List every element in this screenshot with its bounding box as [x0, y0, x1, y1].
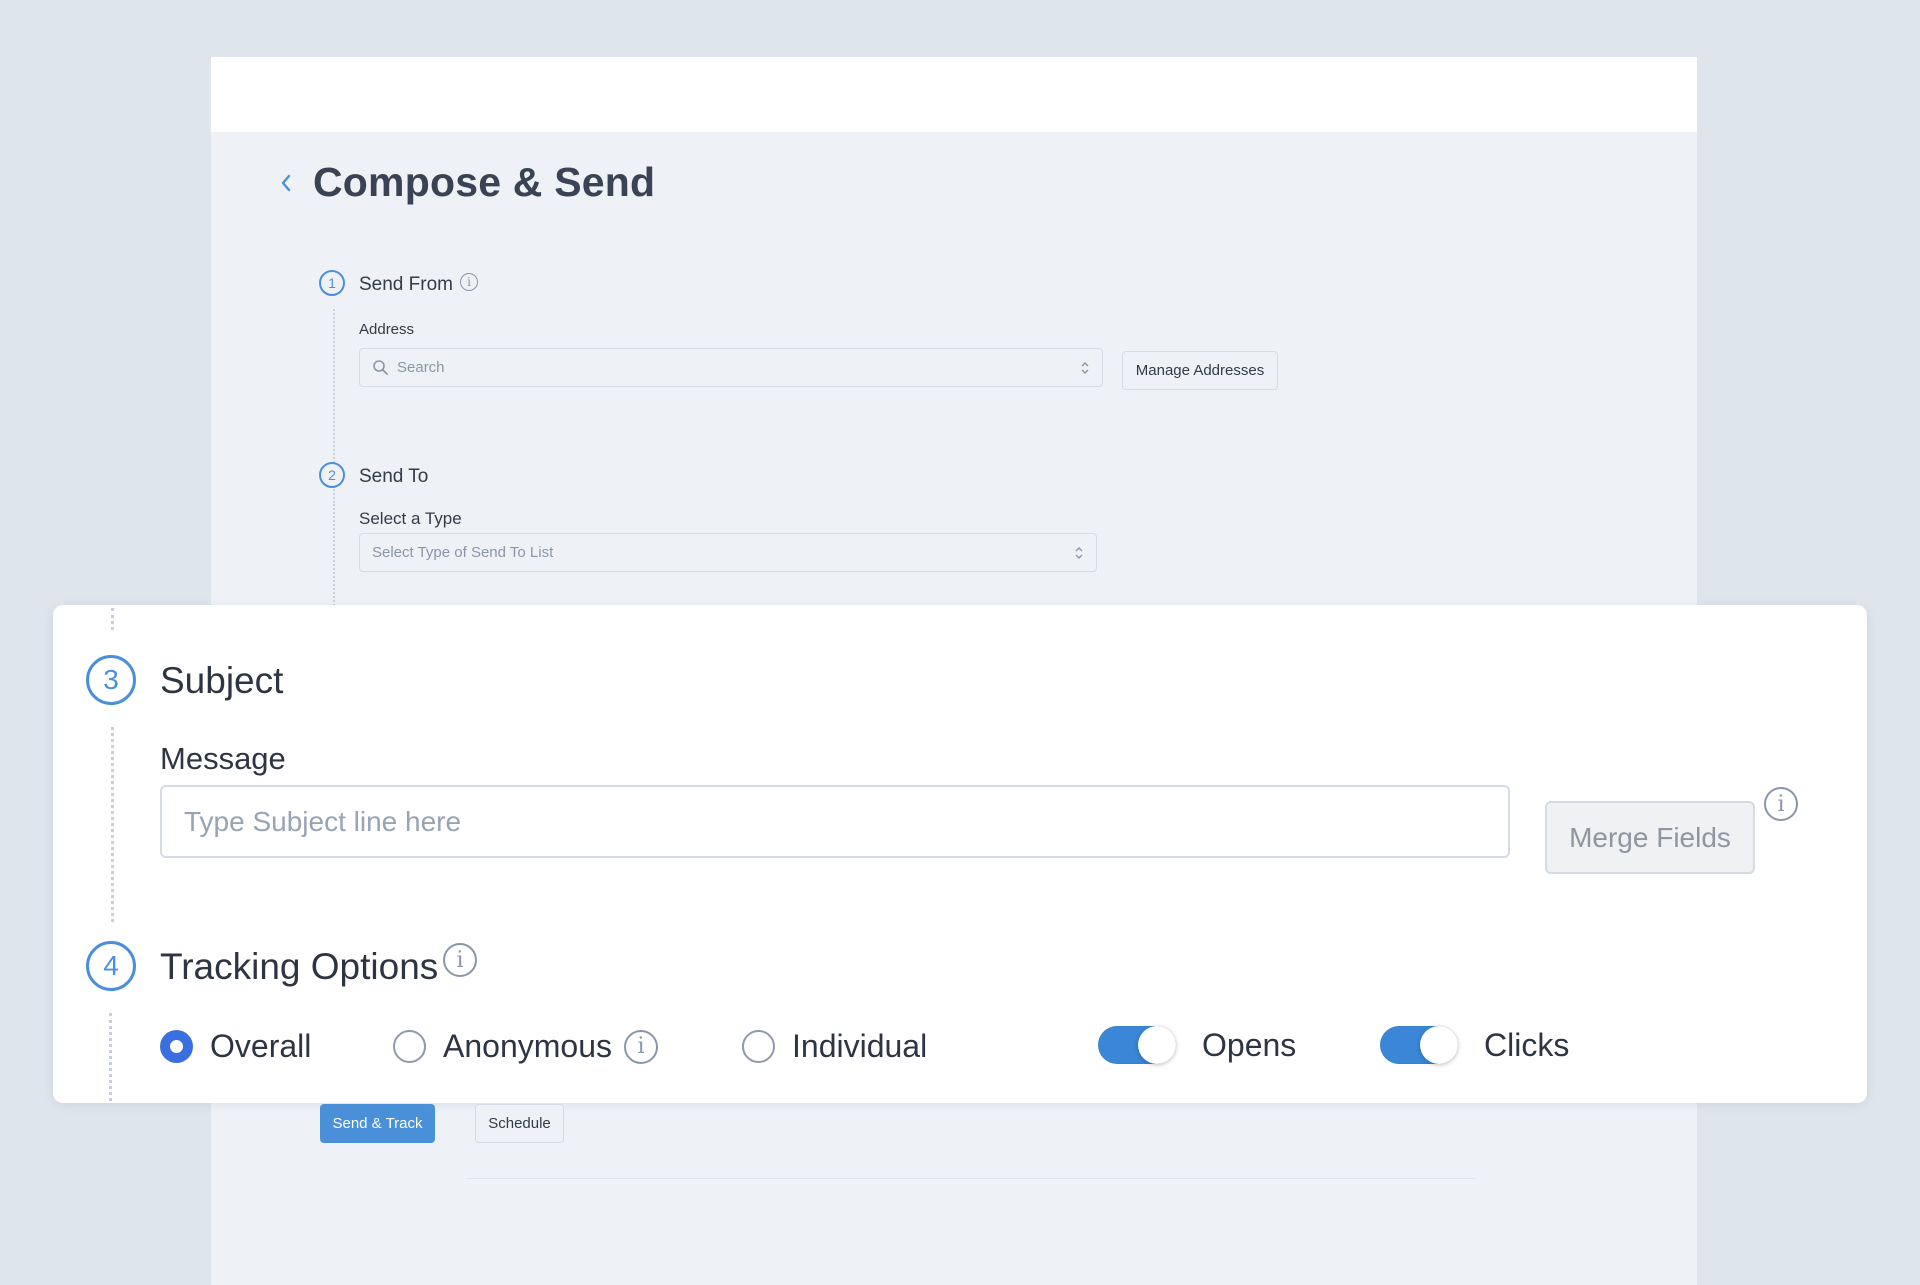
page-title: Compose & Send [313, 159, 656, 205]
address-search-select[interactable]: Search [359, 348, 1103, 387]
step-connector [109, 1013, 112, 1101]
opens-toggle-switch[interactable] [1098, 1026, 1176, 1064]
manage-addresses-button[interactable]: Manage Addresses [1122, 351, 1278, 390]
message-label: Message [160, 741, 286, 776]
merge-fields-button[interactable]: Merge Fields [1545, 801, 1755, 874]
radio-overall-label: Overall [210, 1028, 312, 1064]
step-subject-title: Subject [160, 660, 284, 701]
step-send-from-title: Send From [359, 274, 453, 295]
address-label: Address [359, 321, 415, 338]
step-connector [111, 727, 114, 922]
toggle-opens-label: Opens [1202, 1026, 1297, 1063]
radio-anonymous-label: Anonymous [443, 1028, 612, 1064]
radio-individual-label: Individual [792, 1028, 928, 1064]
page-header: Compose & Send [271, 159, 655, 206]
select-type-label: Select a Type [359, 509, 462, 528]
subject-tracking-card: 3 Subject Message Merge Fields i 4 Track… [53, 605, 1867, 1103]
send-to-type-select[interactable]: Select Type of Send To List [359, 533, 1097, 572]
clicks-toggle-switch[interactable] [1380, 1026, 1458, 1064]
address-search-placeholder: Search [397, 359, 445, 376]
step-connector [111, 608, 114, 630]
info-icon[interactable]: i [1764, 787, 1798, 821]
step-4-badge: 4 [86, 941, 136, 991]
radio-selected-indicator[interactable] [160, 1030, 193, 1063]
toggle-opens[interactable]: Opens [1098, 1026, 1296, 1064]
radio-unselected-indicator[interactable] [742, 1030, 775, 1063]
chevron-left-icon[interactable] [271, 168, 301, 198]
search-icon [373, 360, 388, 375]
toggle-clicks-label: Clicks [1484, 1026, 1570, 1063]
chevron-up-down-icon [1074, 545, 1084, 561]
radio-overall[interactable]: Overall [160, 1028, 311, 1065]
info-icon[interactable]: i [443, 943, 477, 977]
info-icon[interactable]: i [623, 1029, 658, 1064]
step-send-to-title: Send To [359, 466, 429, 487]
subject-input[interactable] [160, 785, 1510, 858]
send-to-type-placeholder: Select Type of Send To List [372, 544, 554, 561]
step-2-badge: 2 [319, 462, 345, 488]
step-tracking-title: Tracking Options [160, 946, 439, 987]
step-1-badge: 1 [319, 270, 345, 296]
radio-unselected-indicator[interactable] [393, 1030, 426, 1063]
radio-anonymous[interactable]: Anonymous i [393, 1028, 658, 1065]
radio-individual[interactable]: Individual [742, 1028, 927, 1065]
step-3-badge: 3 [86, 655, 136, 705]
chevron-up-down-icon [1080, 360, 1090, 376]
top-bar [211, 57, 1697, 132]
send-and-track-button[interactable]: Send & Track [320, 1104, 435, 1143]
toggle-clicks[interactable]: Clicks [1380, 1026, 1569, 1064]
info-icon[interactable]: i [460, 273, 478, 291]
divider [466, 1178, 1476, 1179]
schedule-button[interactable]: Schedule [475, 1104, 564, 1143]
